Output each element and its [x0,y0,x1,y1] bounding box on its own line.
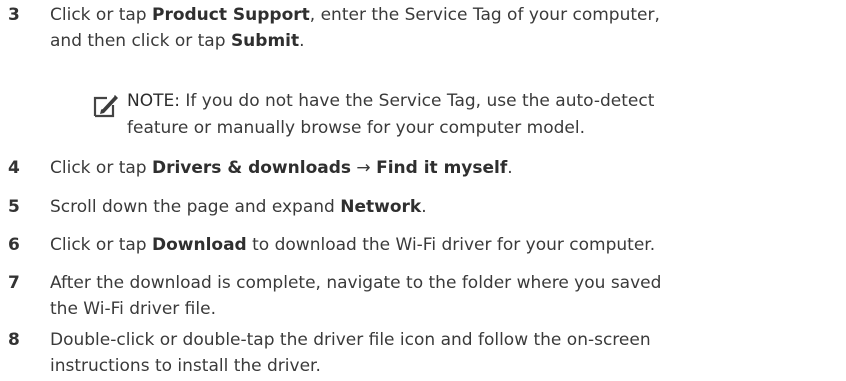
step-number: 5 [8,197,20,217]
step-number: 8 [8,330,20,350]
arrow: → [351,158,377,178]
product-support-term: Product Support [151,5,310,25]
step-text: Click or tap Download to download the Wi… [50,235,656,255]
download-term: Download [151,235,247,255]
find-it-myself-term: Find it myself [376,158,508,178]
step-number: 6 [8,235,20,255]
step-text: Click or tap Product Support, enter the … [50,5,660,51]
step-number: 4 [8,158,20,178]
submit-term: Submit [230,31,300,51]
step-text: Click or tap Drivers & downloads → Find … [50,158,513,178]
step-text: Double-click or double-tap the driver fi… [50,330,651,376]
network-term: Network [340,197,422,217]
note-text: NOTE: If you do not have the Service Tag… [127,91,655,138]
step-number: 7 [8,273,20,293]
step-text: Scroll down the page and expand Network. [50,197,427,217]
step-text: After the download is complete, navigate… [50,273,662,319]
drivers-downloads-term: Drivers & downloads [151,158,352,178]
pencil-note-icon [92,91,120,119]
note-label: NOTE: [127,91,180,111]
instruction-list: 3 Click or tap Product Support, enter th… [0,0,846,381]
step-number: 3 [8,5,20,25]
